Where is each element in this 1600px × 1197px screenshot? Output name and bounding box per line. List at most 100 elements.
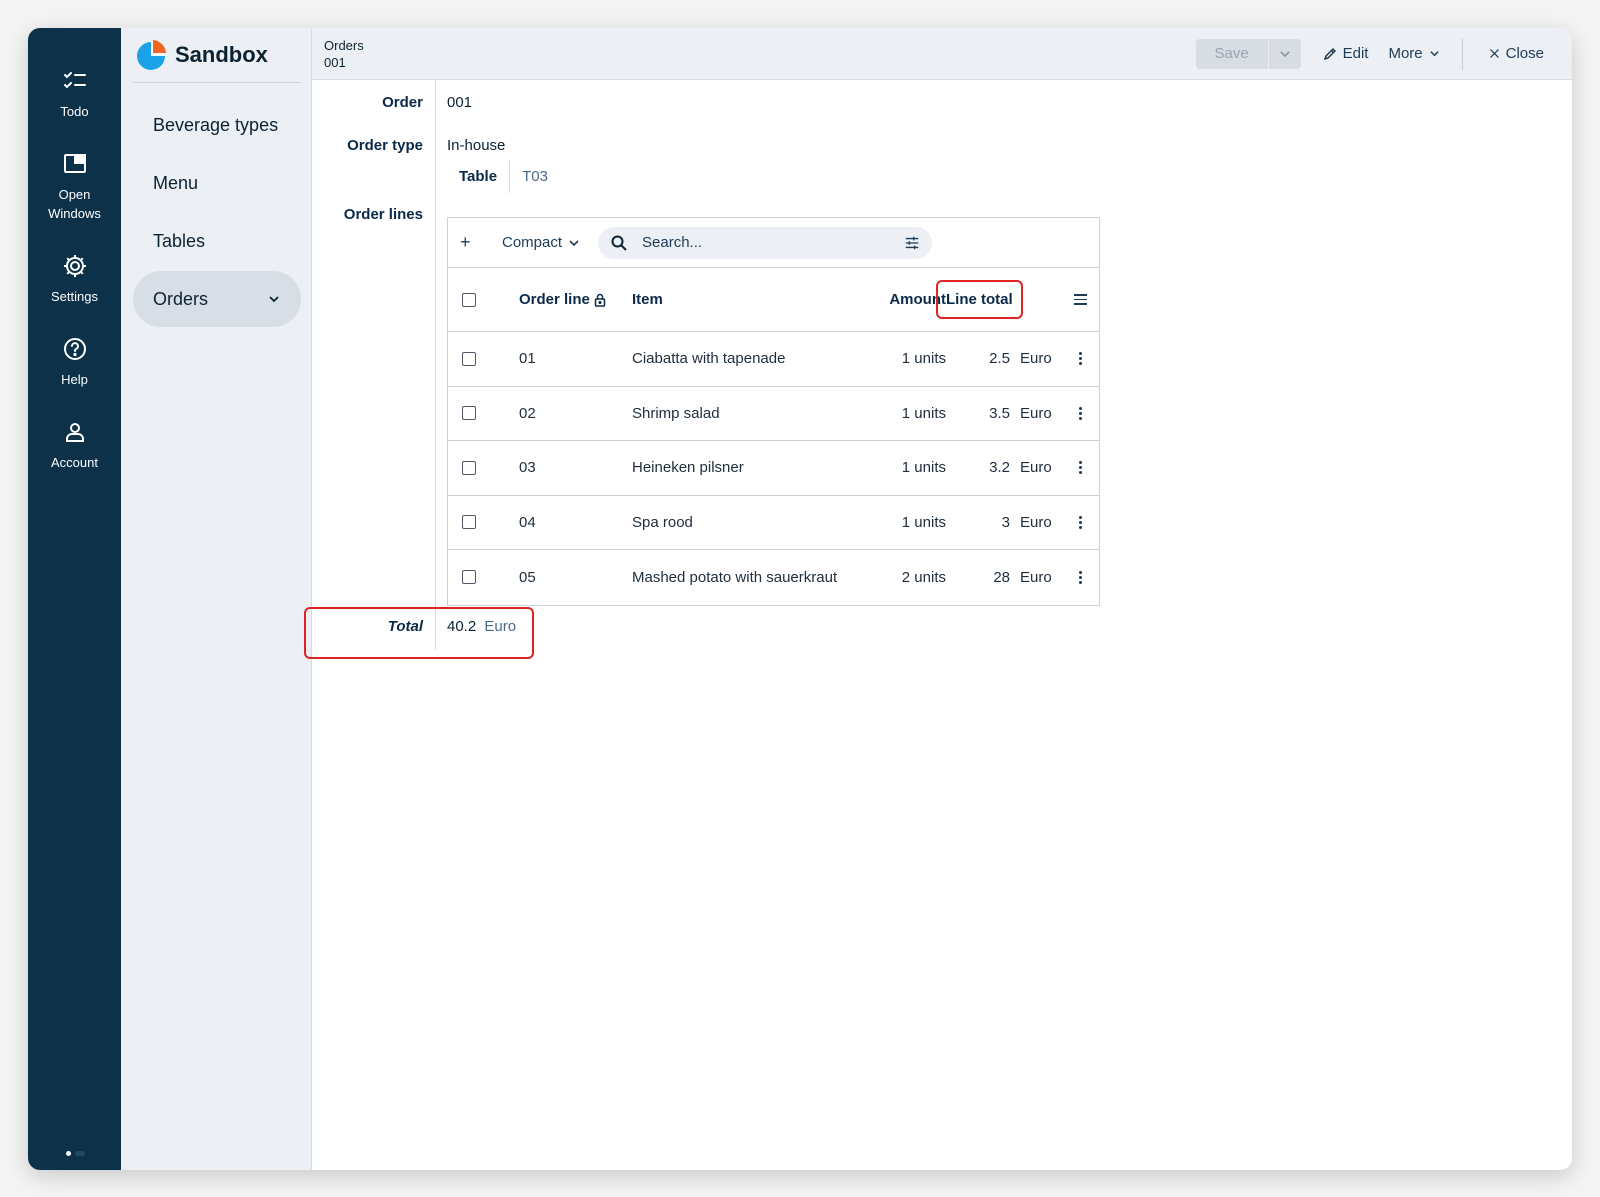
sandbox-logo-icon bbox=[137, 40, 166, 70]
row-select-cell bbox=[448, 515, 508, 530]
grid-header: Order line Item Amount Line total bbox=[448, 268, 1099, 332]
rail-item-settings[interactable]: Settings bbox=[28, 253, 121, 306]
order-lines-grid: + Compact O bbox=[447, 217, 1100, 606]
save-dropdown-button[interactable] bbox=[1268, 38, 1301, 69]
edit-label: Edit bbox=[1342, 45, 1369, 62]
select-all-cell bbox=[448, 292, 508, 307]
table-row[interactable]: 01 Ciabatta with tapenade 1 units 2.5 Eur… bbox=[448, 332, 1099, 387]
cell-order-line: 02 bbox=[519, 404, 536, 422]
save-button-group: Save bbox=[1195, 38, 1301, 69]
cell-amount: 1 units bbox=[901, 350, 946, 368]
total-value-group: 40.2 Euro bbox=[435, 618, 516, 635]
line-total-value: 3 bbox=[1001, 513, 1010, 531]
nav-item-tables[interactable]: Tables bbox=[133, 213, 301, 269]
cell-item: Heineken pilsner bbox=[632, 459, 744, 477]
top-bar: Orders 001 Save Edit More Close bbox=[312, 28, 1572, 80]
field-order-type: Order type In-house bbox=[312, 111, 1572, 154]
row-checkbox[interactable] bbox=[462, 351, 476, 366]
cell-amount: 2 units bbox=[901, 568, 946, 586]
row-actions-button[interactable] bbox=[1061, 461, 1099, 475]
table-row[interactable]: 04 Spa rood 1 units 3 Euro bbox=[448, 496, 1099, 550]
hamburger-icon bbox=[1073, 294, 1087, 305]
view-mode-label: Compact bbox=[502, 234, 563, 251]
cell-amount: 1 units bbox=[901, 513, 946, 531]
cell-item: Mashed potato with sauerkraut bbox=[632, 568, 838, 586]
column-header-order-line[interactable]: Order line bbox=[508, 291, 632, 308]
rail-item-open-windows[interactable]: Open Windows bbox=[28, 151, 121, 223]
brand[interactable]: Sandbox bbox=[133, 28, 301, 83]
row-checkbox[interactable] bbox=[462, 570, 476, 585]
kebab-icon bbox=[1078, 570, 1082, 584]
row-checkbox[interactable] bbox=[462, 406, 476, 421]
nav-panel: Sandbox Beverage types Menu Tables Order… bbox=[121, 28, 312, 1170]
add-line-button[interactable]: + bbox=[460, 232, 484, 253]
table-value[interactable]: T03 bbox=[510, 160, 560, 193]
chevron-down-icon bbox=[269, 296, 279, 303]
rail-item-todo[interactable]: Todo bbox=[28, 68, 121, 121]
close-label: Close bbox=[1505, 45, 1544, 62]
field-table: Table T03 bbox=[447, 160, 1572, 193]
nav-label: Beverage types bbox=[153, 114, 279, 135]
order-form: Order 001 Order type In-house Table T03 … bbox=[304, 80, 1572, 659]
column-header-line-total[interactable]: Line total bbox=[936, 280, 1023, 319]
field-total: Total 40.2 Euro bbox=[312, 618, 516, 635]
lock-icon bbox=[594, 293, 606, 307]
nav-item-orders[interactable]: Orders bbox=[133, 271, 301, 327]
table-row[interactable]: 05 Mashed potato with sauerkraut 2 units… bbox=[448, 550, 1099, 605]
filter-sliders-icon[interactable] bbox=[904, 235, 920, 251]
total-label: Total bbox=[387, 618, 423, 635]
total-currency: Euro bbox=[484, 618, 517, 635]
order-type-value[interactable]: In-house bbox=[435, 137, 505, 154]
line-total-value: 28 bbox=[993, 568, 1010, 586]
row-actions-button[interactable] bbox=[1061, 570, 1099, 584]
cell-item: Ciabatta with tapenade bbox=[632, 350, 786, 368]
grid-toolbar: + Compact bbox=[448, 218, 1099, 268]
select-all-checkbox[interactable] bbox=[462, 292, 476, 307]
brand-name: Sandbox bbox=[175, 42, 268, 67]
table-row[interactable]: 02 Shrimp salad 1 units 3.5 Euro bbox=[448, 387, 1099, 441]
total-value: 40.2 bbox=[447, 618, 477, 635]
more-button[interactable]: More bbox=[1380, 45, 1447, 62]
save-button[interactable]: Save bbox=[1195, 38, 1269, 69]
close-button[interactable]: Close bbox=[1481, 45, 1560, 62]
kebab-icon bbox=[1078, 352, 1082, 366]
search-input[interactable] bbox=[642, 234, 905, 251]
row-select-cell bbox=[448, 351, 508, 366]
rail-label-account: Account bbox=[51, 455, 98, 470]
order-label: Order bbox=[382, 94, 423, 111]
column-menu-button[interactable] bbox=[1061, 294, 1099, 305]
rail-label-settings: Settings bbox=[51, 289, 98, 304]
column-header-line-total-cell: Line total bbox=[936, 280, 1061, 319]
row-checkbox[interactable] bbox=[462, 515, 476, 530]
row-checkbox[interactable] bbox=[462, 460, 476, 475]
cell-order-line: 01 bbox=[519, 350, 536, 368]
search-box bbox=[598, 226, 933, 259]
help-circle-icon bbox=[63, 338, 86, 360]
row-select-cell bbox=[448, 570, 508, 585]
line-total-value: 2.5 bbox=[989, 350, 1010, 368]
cell-line-total: 2.5 Euro bbox=[946, 350, 1061, 367]
row-actions-button[interactable] bbox=[1061, 515, 1099, 529]
table-row[interactable]: 03 Heineken pilsner 1 units 3.2 Euro bbox=[448, 441, 1099, 496]
app-window: Todo Open Windows Settings Help Account … bbox=[28, 28, 1572, 1170]
column-header-item[interactable]: Item bbox=[632, 291, 868, 308]
rail-item-account[interactable]: Account bbox=[28, 419, 121, 472]
rail-item-help[interactable]: Help bbox=[28, 336, 121, 389]
nav-item-beverage-types[interactable]: Beverage types bbox=[133, 97, 301, 153]
cell-amount: 1 units bbox=[901, 404, 946, 422]
line-total-currency: Euro bbox=[1020, 350, 1052, 368]
cell-order-line: 05 bbox=[519, 568, 536, 586]
row-actions-button[interactable] bbox=[1061, 352, 1099, 366]
edit-button[interactable]: Edit bbox=[1315, 45, 1377, 62]
kebab-icon bbox=[1078, 461, 1082, 475]
toolbar-actions: Save Edit More Close bbox=[1195, 28, 1560, 79]
column-header-amount[interactable]: Amount bbox=[868, 291, 946, 308]
cell-order-line: 03 bbox=[519, 459, 536, 477]
nav-item-menu[interactable]: Menu bbox=[133, 155, 301, 211]
row-actions-button[interactable] bbox=[1061, 406, 1099, 420]
nav-list: Beverage types Menu Tables Orders bbox=[133, 97, 301, 327]
window-icon bbox=[63, 154, 86, 173]
breadcrumb-parent[interactable]: Orders bbox=[324, 37, 364, 54]
view-mode-select[interactable]: Compact bbox=[502, 234, 580, 251]
breadcrumb-current: 001 bbox=[324, 54, 346, 70]
